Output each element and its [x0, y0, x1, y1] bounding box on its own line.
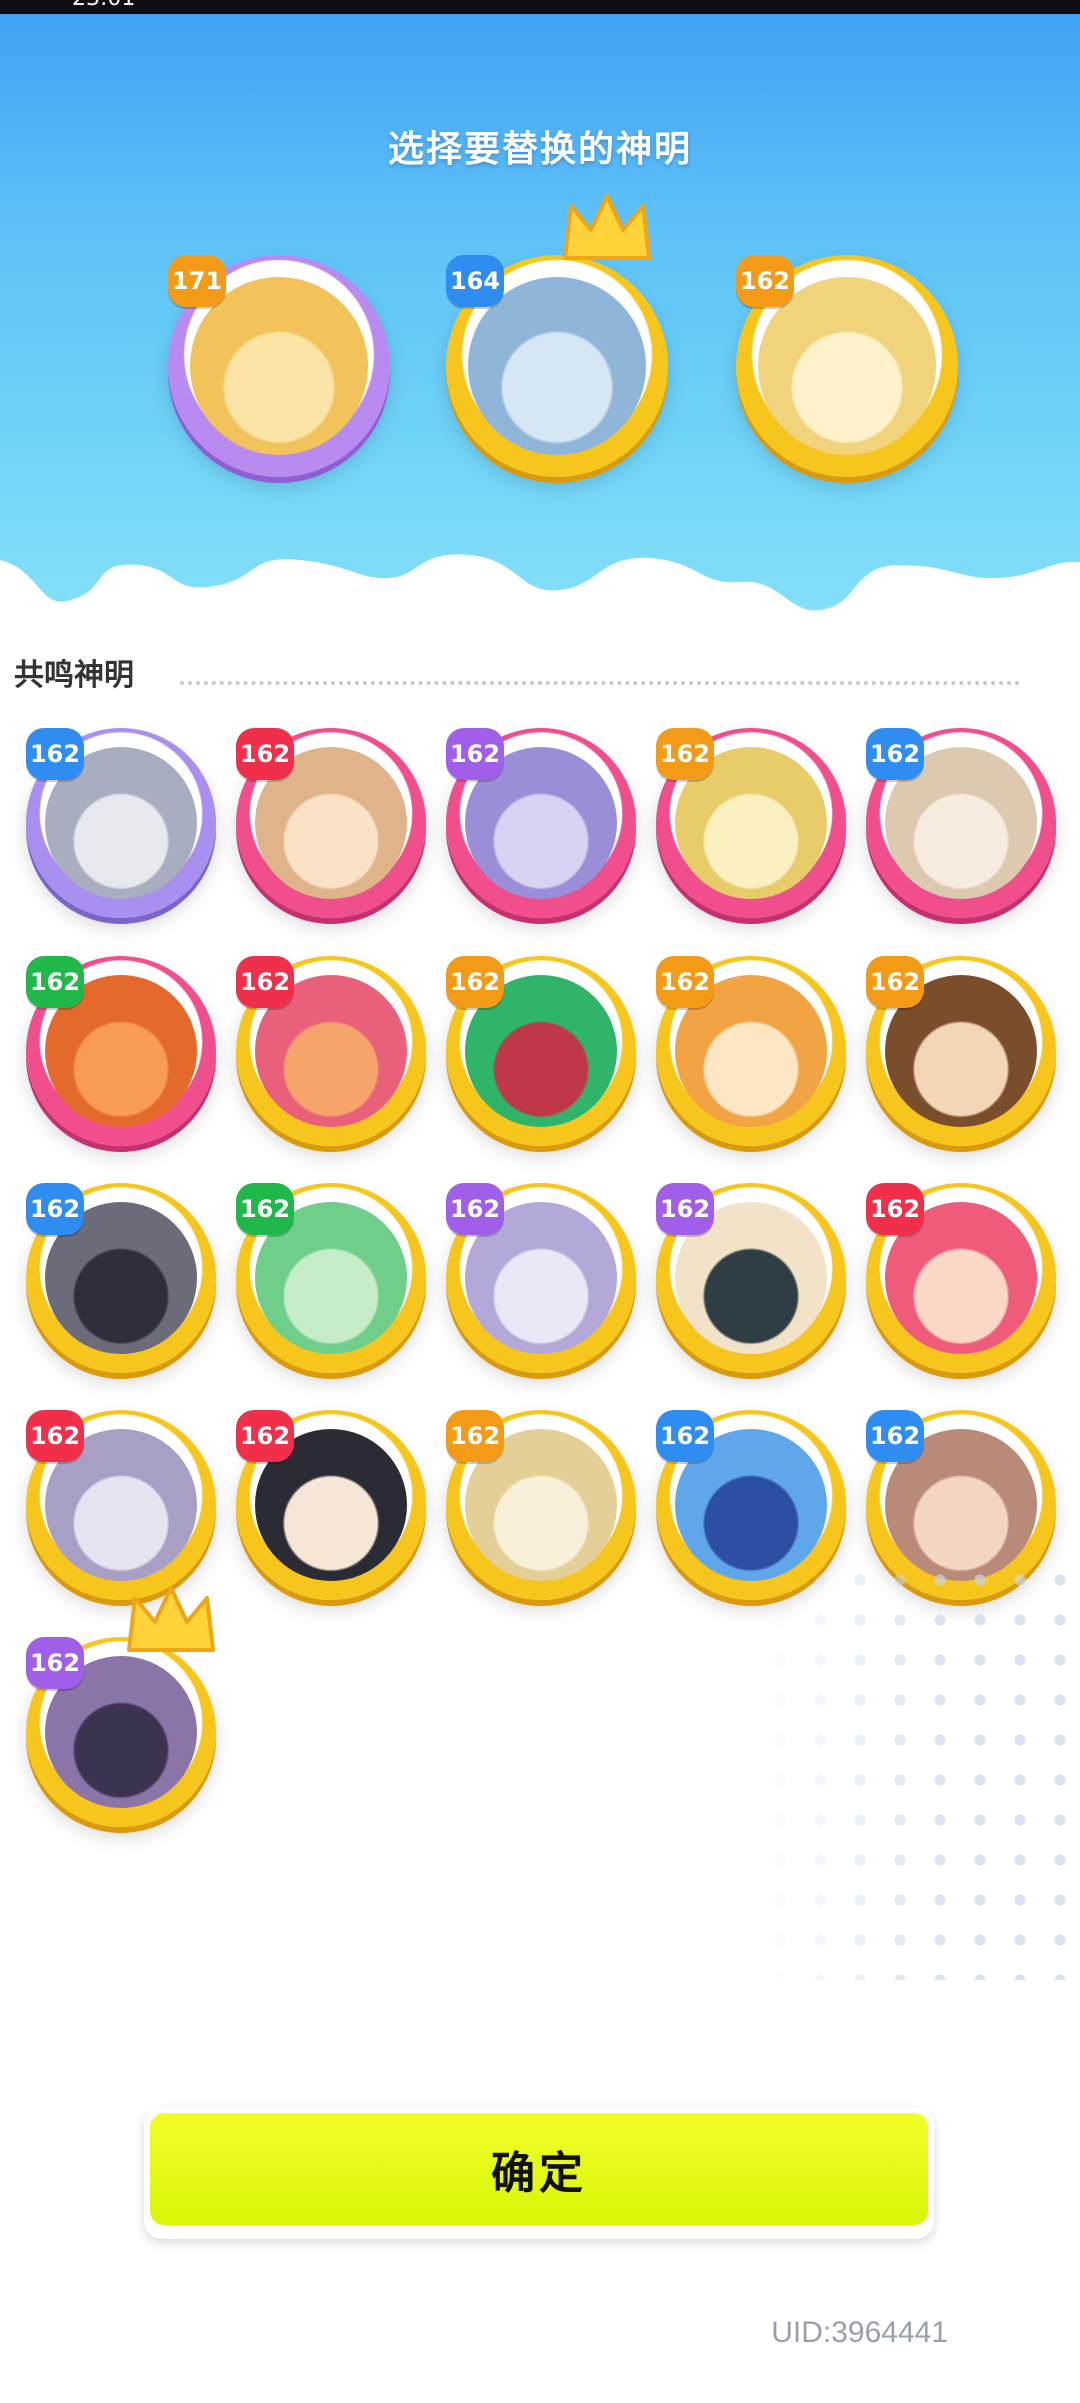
resonance-god-medal[interactable]: 162 — [656, 728, 846, 918]
resonance-god-medal[interactable]: 162 — [236, 1183, 426, 1373]
selected-god-medal[interactable]: 162 — [736, 255, 958, 477]
level-badge: 162 — [866, 728, 924, 780]
level-badge: 162 — [866, 1410, 924, 1462]
resonance-god-medal[interactable]: 162 — [866, 1183, 1056, 1373]
resonance-god-medal[interactable]: 162 — [26, 728, 216, 918]
resonance-god-medal[interactable]: 162 — [866, 956, 1056, 1146]
resonance-god-medal[interactable]: 162 — [866, 728, 1056, 918]
level-badge: 162 — [26, 728, 84, 780]
level-badge: 162 — [236, 728, 294, 780]
level-badge: 164 — [446, 255, 504, 307]
resonance-god-medal[interactable]: 162 — [446, 956, 636, 1146]
level-badge: 162 — [656, 1183, 714, 1235]
selected-god-medal[interactable]: 164 — [446, 194, 668, 477]
level-badge: 162 — [236, 1410, 294, 1462]
confirm-button-label: 确定 — [150, 2113, 928, 2225]
level-badge: 162 — [236, 1183, 294, 1235]
dot-pattern-decoration — [760, 1560, 1080, 1980]
level-badge: 162 — [446, 1183, 504, 1235]
level-badge: 162 — [446, 728, 504, 780]
level-badge: 171 — [168, 255, 226, 307]
level-badge: 162 — [446, 1410, 504, 1462]
resonance-god-medal[interactable]: 162 — [236, 728, 426, 918]
crown-icon — [557, 188, 657, 268]
status-bar: 23:01 — [0, 0, 1080, 14]
resonance-god-medal[interactable]: 162 — [26, 1586, 216, 1827]
resonance-god-medal[interactable]: 162 — [656, 1183, 846, 1373]
page-title: 选择要替换的神明 — [387, 129, 692, 170]
resonance-god-medal[interactable]: 162 — [446, 1410, 636, 1600]
level-badge: 162 — [446, 956, 504, 1008]
resonance-god-medal[interactable]: 162 — [26, 1410, 216, 1600]
section-divider — [180, 681, 1020, 685]
selected-god-medal[interactable]: 171 — [168, 255, 390, 477]
level-badge: 162 — [736, 255, 794, 307]
resonance-god-medal[interactable]: 162 — [446, 1183, 636, 1373]
resonance-god-medal[interactable]: 162 — [656, 956, 846, 1146]
confirm-button[interactable]: 确定 — [144, 2107, 934, 2239]
resonance-god-medal[interactable]: 162 — [446, 728, 636, 918]
resonance-god-medal[interactable]: 162 — [236, 956, 426, 1146]
resonance-god-medal[interactable]: 162 — [26, 956, 216, 1146]
level-badge: 162 — [236, 956, 294, 1008]
drip-divider — [0, 554, 1080, 650]
section-title: 共鸣神明 — [14, 658, 134, 693]
level-badge: 162 — [866, 1183, 924, 1235]
level-badge: 162 — [26, 956, 84, 1008]
crown-icon — [121, 1580, 221, 1660]
resonance-god-medal[interactable]: 162 — [26, 1183, 216, 1373]
level-badge: 162 — [656, 956, 714, 1008]
level-badge: 162 — [656, 1410, 714, 1462]
status-time: 23:01 — [72, 0, 135, 11]
level-badge: 162 — [26, 1410, 84, 1462]
resonance-god-medal[interactable]: 162 — [236, 1410, 426, 1600]
level-badge: 162 — [26, 1637, 84, 1689]
level-badge: 162 — [656, 728, 714, 780]
uid-label: UID:3964441 — [771, 2316, 948, 2349]
level-badge: 162 — [866, 956, 924, 1008]
level-badge: 162 — [26, 1183, 84, 1235]
